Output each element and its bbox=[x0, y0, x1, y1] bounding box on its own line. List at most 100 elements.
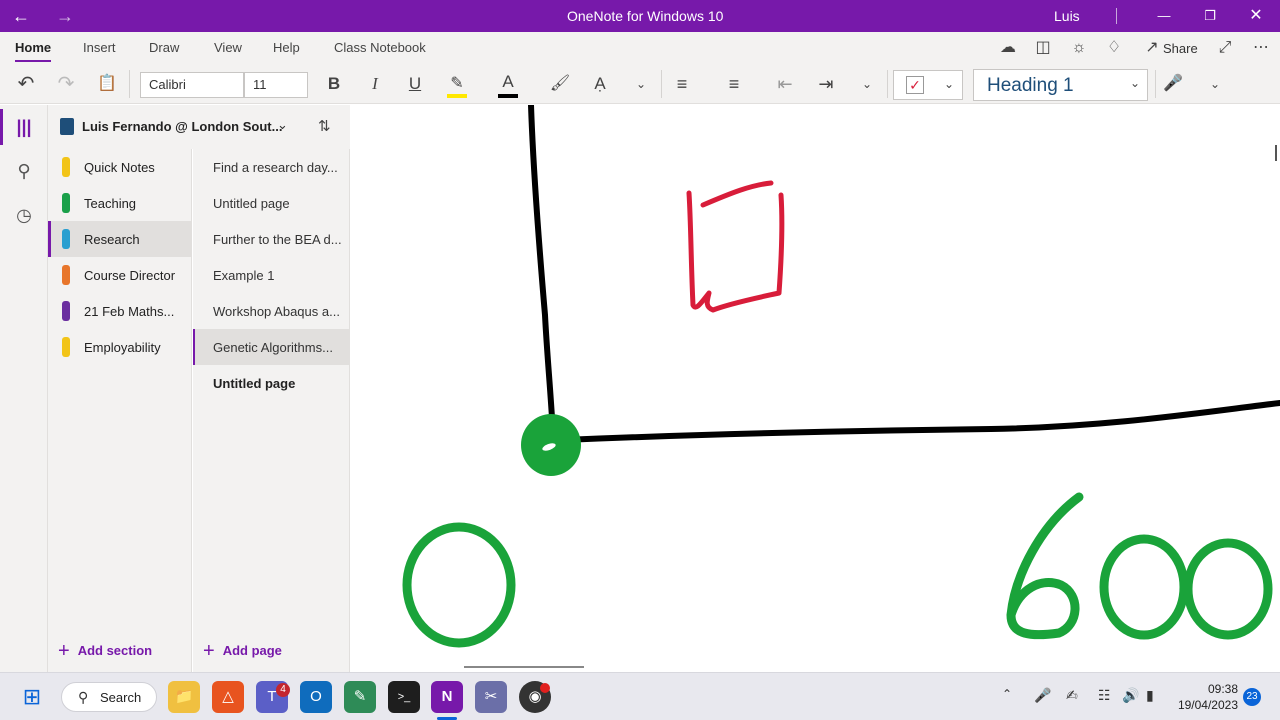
file-explorer-icon[interactable]: 📁 bbox=[168, 681, 200, 713]
recent-notes-clock-icon[interactable]: ◷ bbox=[0, 195, 48, 235]
section-item[interactable]: Research bbox=[48, 221, 192, 257]
page-label: Example 1 bbox=[213, 268, 275, 283]
volume-icon[interactable]: 🔊 bbox=[1122, 687, 1139, 704]
notebook-header[interactable]: Luis Fernando @ London Sout... ⌄ ⇅ bbox=[48, 105, 350, 149]
ink-zero-a bbox=[1099, 534, 1189, 640]
teams-badge: 4 bbox=[276, 683, 290, 697]
chevron-down-icon[interactable]: ⌄ bbox=[1203, 72, 1227, 96]
notepad-icon[interactable]: ✎ bbox=[344, 681, 376, 713]
sort-icon[interactable]: ⇅ bbox=[318, 117, 331, 135]
note-canvas[interactable] bbox=[351, 105, 1280, 672]
highlighter-icon[interactable]: ✎ bbox=[445, 72, 469, 96]
clock-time[interactable]: 09:38 bbox=[1176, 682, 1238, 696]
terminal-icon[interactable]: >_ bbox=[388, 681, 420, 713]
back-arrow-icon[interactable]: ← bbox=[8, 4, 34, 28]
add-section-label: Add section bbox=[77, 643, 153, 658]
tab-draw[interactable]: Draw bbox=[149, 40, 179, 55]
notebooks-icon[interactable]: ||| bbox=[0, 107, 48, 147]
microphone-icon[interactable]: 🎤 bbox=[1034, 687, 1051, 704]
page-item[interactable]: Workshop Abaqus a... bbox=[193, 293, 350, 329]
notebook-name[interactable]: Luis Fernando @ London Sout... bbox=[82, 119, 282, 134]
forward-arrow-icon[interactable]: → bbox=[52, 4, 78, 28]
restore-icon[interactable]: ❐ bbox=[1187, 0, 1233, 32]
page-item[interactable]: Untitled page bbox=[193, 365, 350, 401]
page-item-selected[interactable]: Genetic Algorithms... bbox=[193, 329, 350, 365]
page-label: Genetic Algorithms... bbox=[213, 340, 333, 355]
section-item[interactable]: Course Director bbox=[48, 257, 192, 293]
divider bbox=[129, 70, 130, 98]
style-dropdown[interactable]: Heading 1 ⌄ bbox=[973, 69, 1148, 101]
clear-formatting-icon[interactable]: Ạ bbox=[588, 72, 612, 96]
divider bbox=[887, 70, 888, 98]
page-item[interactable]: Untitled page bbox=[193, 185, 350, 221]
section-item[interactable]: Teaching bbox=[48, 185, 192, 221]
immersive-reader-icon[interactable]: ◫ bbox=[1031, 36, 1055, 60]
page-label: Further to the BEA d... bbox=[213, 232, 342, 247]
share-button[interactable]: Share bbox=[1163, 41, 1198, 56]
section-item[interactable]: Employability bbox=[48, 329, 192, 365]
close-icon[interactable]: ✕ bbox=[1233, 0, 1279, 32]
sync-cloud-icon[interactable]: ☁ bbox=[996, 36, 1020, 60]
italic-icon[interactable]: I bbox=[363, 72, 387, 96]
chevron-down-icon[interactable]: ⌄ bbox=[855, 72, 879, 96]
tab-help[interactable]: Help bbox=[273, 40, 300, 55]
format-painter-icon[interactable]: 🖌 bbox=[548, 72, 572, 96]
section-item[interactable]: Quick Notes bbox=[48, 149, 192, 185]
share-icon[interactable]: ↗ bbox=[1140, 36, 1164, 60]
wifi-icon[interactable]: ☷ bbox=[1098, 687, 1111, 704]
ink-drawing[interactable] bbox=[351, 105, 1280, 672]
brave-browser-icon[interactable]: △ bbox=[212, 681, 244, 713]
redo-icon[interactable]: ↷ bbox=[54, 72, 78, 96]
bold-icon[interactable]: B bbox=[322, 72, 346, 96]
snipping-tool-icon[interactable]: ✂ bbox=[475, 681, 507, 713]
more-options-icon[interactable]: ⋯ bbox=[1249, 36, 1273, 60]
add-section-button[interactable]: + Add section bbox=[58, 640, 152, 663]
ink-six bbox=[1006, 492, 1084, 640]
tab-class-notebook[interactable]: Class Notebook bbox=[334, 40, 426, 55]
taskbar: ⊞ ⚲ Search 📁 △ T 4 O ✎ >_ N ✂ ◉ ⌃ 🎤 ✍ ☷ … bbox=[0, 672, 1280, 720]
page-item[interactable]: Further to the BEA d... bbox=[193, 221, 350, 257]
fullscreen-icon[interactable]: ⤢ bbox=[1213, 36, 1237, 60]
user-name[interactable]: Luis bbox=[1054, 8, 1080, 24]
tab-view[interactable]: View bbox=[214, 40, 242, 55]
bell-icon[interactable]: ♢ bbox=[1102, 36, 1126, 60]
search-box[interactable]: ⚲ Search bbox=[61, 682, 157, 712]
clock-date[interactable]: 19/04/2023 bbox=[1170, 698, 1238, 712]
chevron-down-icon[interactable]: ⌄ bbox=[277, 117, 288, 133]
section-label: Research bbox=[84, 232, 140, 247]
notification-badge[interactable]: 23 bbox=[1243, 688, 1261, 706]
font-color-icon[interactable]: A bbox=[496, 70, 520, 94]
minimize-icon[interactable]: — bbox=[1141, 0, 1187, 32]
search-label: Search bbox=[100, 690, 142, 705]
bullet-list-icon[interactable]: ≡ bbox=[670, 72, 694, 96]
add-page-button[interactable]: + Add page bbox=[203, 640, 282, 663]
tab-home[interactable]: Home bbox=[15, 40, 52, 62]
canvas-scroll-indicator[interactable] bbox=[464, 666, 584, 668]
tag-dropdown[interactable]: ✓ ⌄ bbox=[893, 70, 963, 100]
font-name-input[interactable]: Calibri bbox=[140, 72, 244, 98]
section-item[interactable]: 21 Feb Maths... bbox=[48, 293, 192, 329]
windows-start-icon[interactable]: ⊞ bbox=[16, 681, 48, 713]
onenote-icon[interactable]: N bbox=[431, 681, 463, 713]
chevron-up-icon[interactable]: ⌃ bbox=[1002, 687, 1012, 701]
page-item[interactable]: Find a research day... bbox=[193, 149, 350, 185]
decrease-indent-icon[interactable]: ⇤ bbox=[773, 72, 797, 96]
window-title: OneNote for Windows 10 bbox=[567, 8, 724, 24]
navigation-rail: ||| ⚲ ◷ bbox=[0, 105, 48, 672]
font-size-input[interactable]: 11 bbox=[244, 72, 308, 98]
underline-icon[interactable]: U bbox=[403, 72, 427, 96]
lightbulb-icon[interactable]: ☼ bbox=[1067, 36, 1091, 60]
search-icon[interactable]: ⚲ bbox=[0, 151, 48, 191]
chevron-down-icon[interactable]: ⌄ bbox=[629, 72, 653, 96]
pen-icon[interactable]: ✍ bbox=[1066, 687, 1078, 704]
undo-icon[interactable]: ↶ bbox=[14, 72, 38, 96]
page-item[interactable]: Example 1 bbox=[193, 257, 350, 293]
increase-indent-icon[interactable]: ⇥ bbox=[814, 72, 838, 96]
outlook-icon[interactable]: O bbox=[300, 681, 332, 713]
dictate-microphone-icon[interactable]: 🎤 bbox=[1161, 72, 1185, 96]
tab-insert[interactable]: Insert bbox=[83, 40, 116, 55]
battery-icon[interactable]: ▮ bbox=[1146, 687, 1154, 704]
clipboard-icon[interactable]: 📋 bbox=[95, 72, 119, 96]
notebook-icon bbox=[60, 118, 74, 135]
numbered-list-icon[interactable]: ≡ bbox=[722, 72, 746, 96]
